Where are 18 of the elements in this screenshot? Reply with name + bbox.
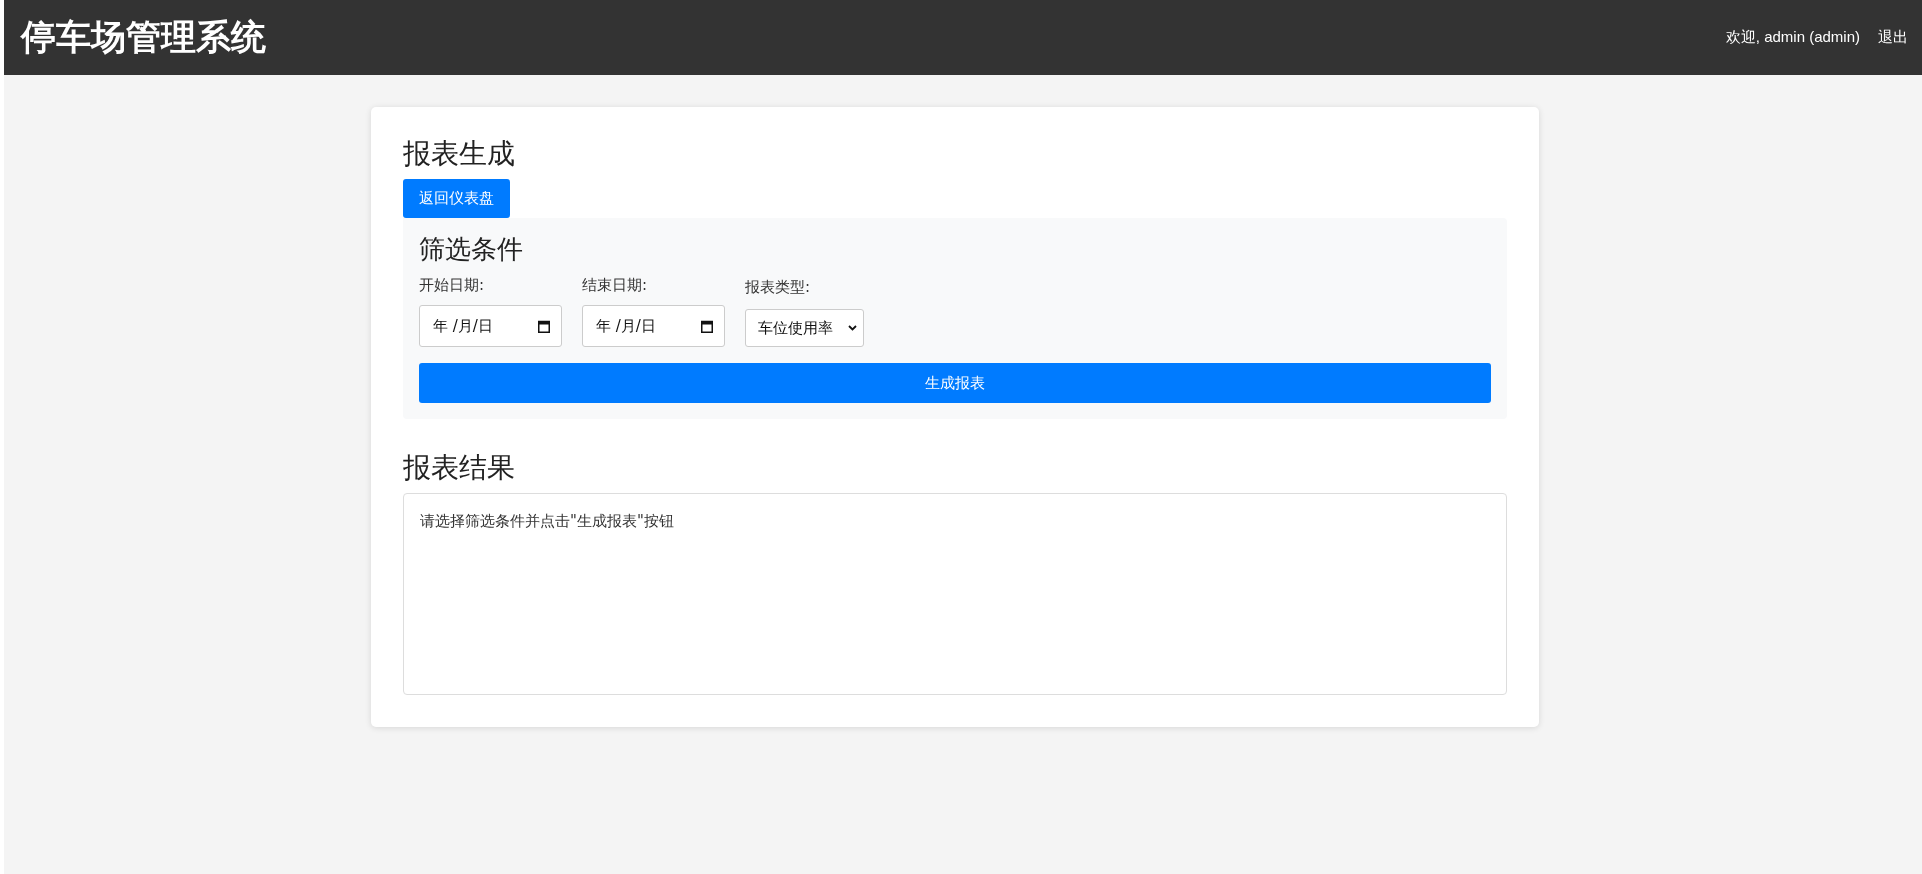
field-label: 报表类型: — [745, 277, 812, 298]
results-message: 请选择筛选条件并点击"生成报表"按钮 — [420, 512, 675, 531]
logout-link[interactable]: 退出 — [1878, 28, 1908, 47]
field-label: 结束日期: — [582, 275, 649, 296]
report-type-select[interactable]: 车位使用率 — [745, 309, 864, 347]
date-field[interactable]: 年 /月/日 — [419, 305, 562, 347]
page-title: 报表生成 — [403, 136, 516, 172]
generate-report-button[interactable]: 生成报表 — [419, 363, 1491, 403]
welcome-text: 欢迎, admin (admin) — [1725, 28, 1860, 47]
date-field[interactable]: 年 /月/日 — [582, 305, 725, 347]
results-title: 报表结果 — [403, 450, 516, 486]
calendar-icon — [701, 319, 713, 333]
calendar-icon — [538, 319, 550, 333]
app-title: 停车场管理系统 — [21, 16, 266, 59]
chevron-down-icon — [848, 325, 857, 331]
field-label: 开始日期: — [419, 275, 486, 296]
filter-title: 筛选条件 — [419, 233, 524, 266]
back-to-dashboard-button[interactable]: 返回仪表盘 — [403, 179, 510, 218]
